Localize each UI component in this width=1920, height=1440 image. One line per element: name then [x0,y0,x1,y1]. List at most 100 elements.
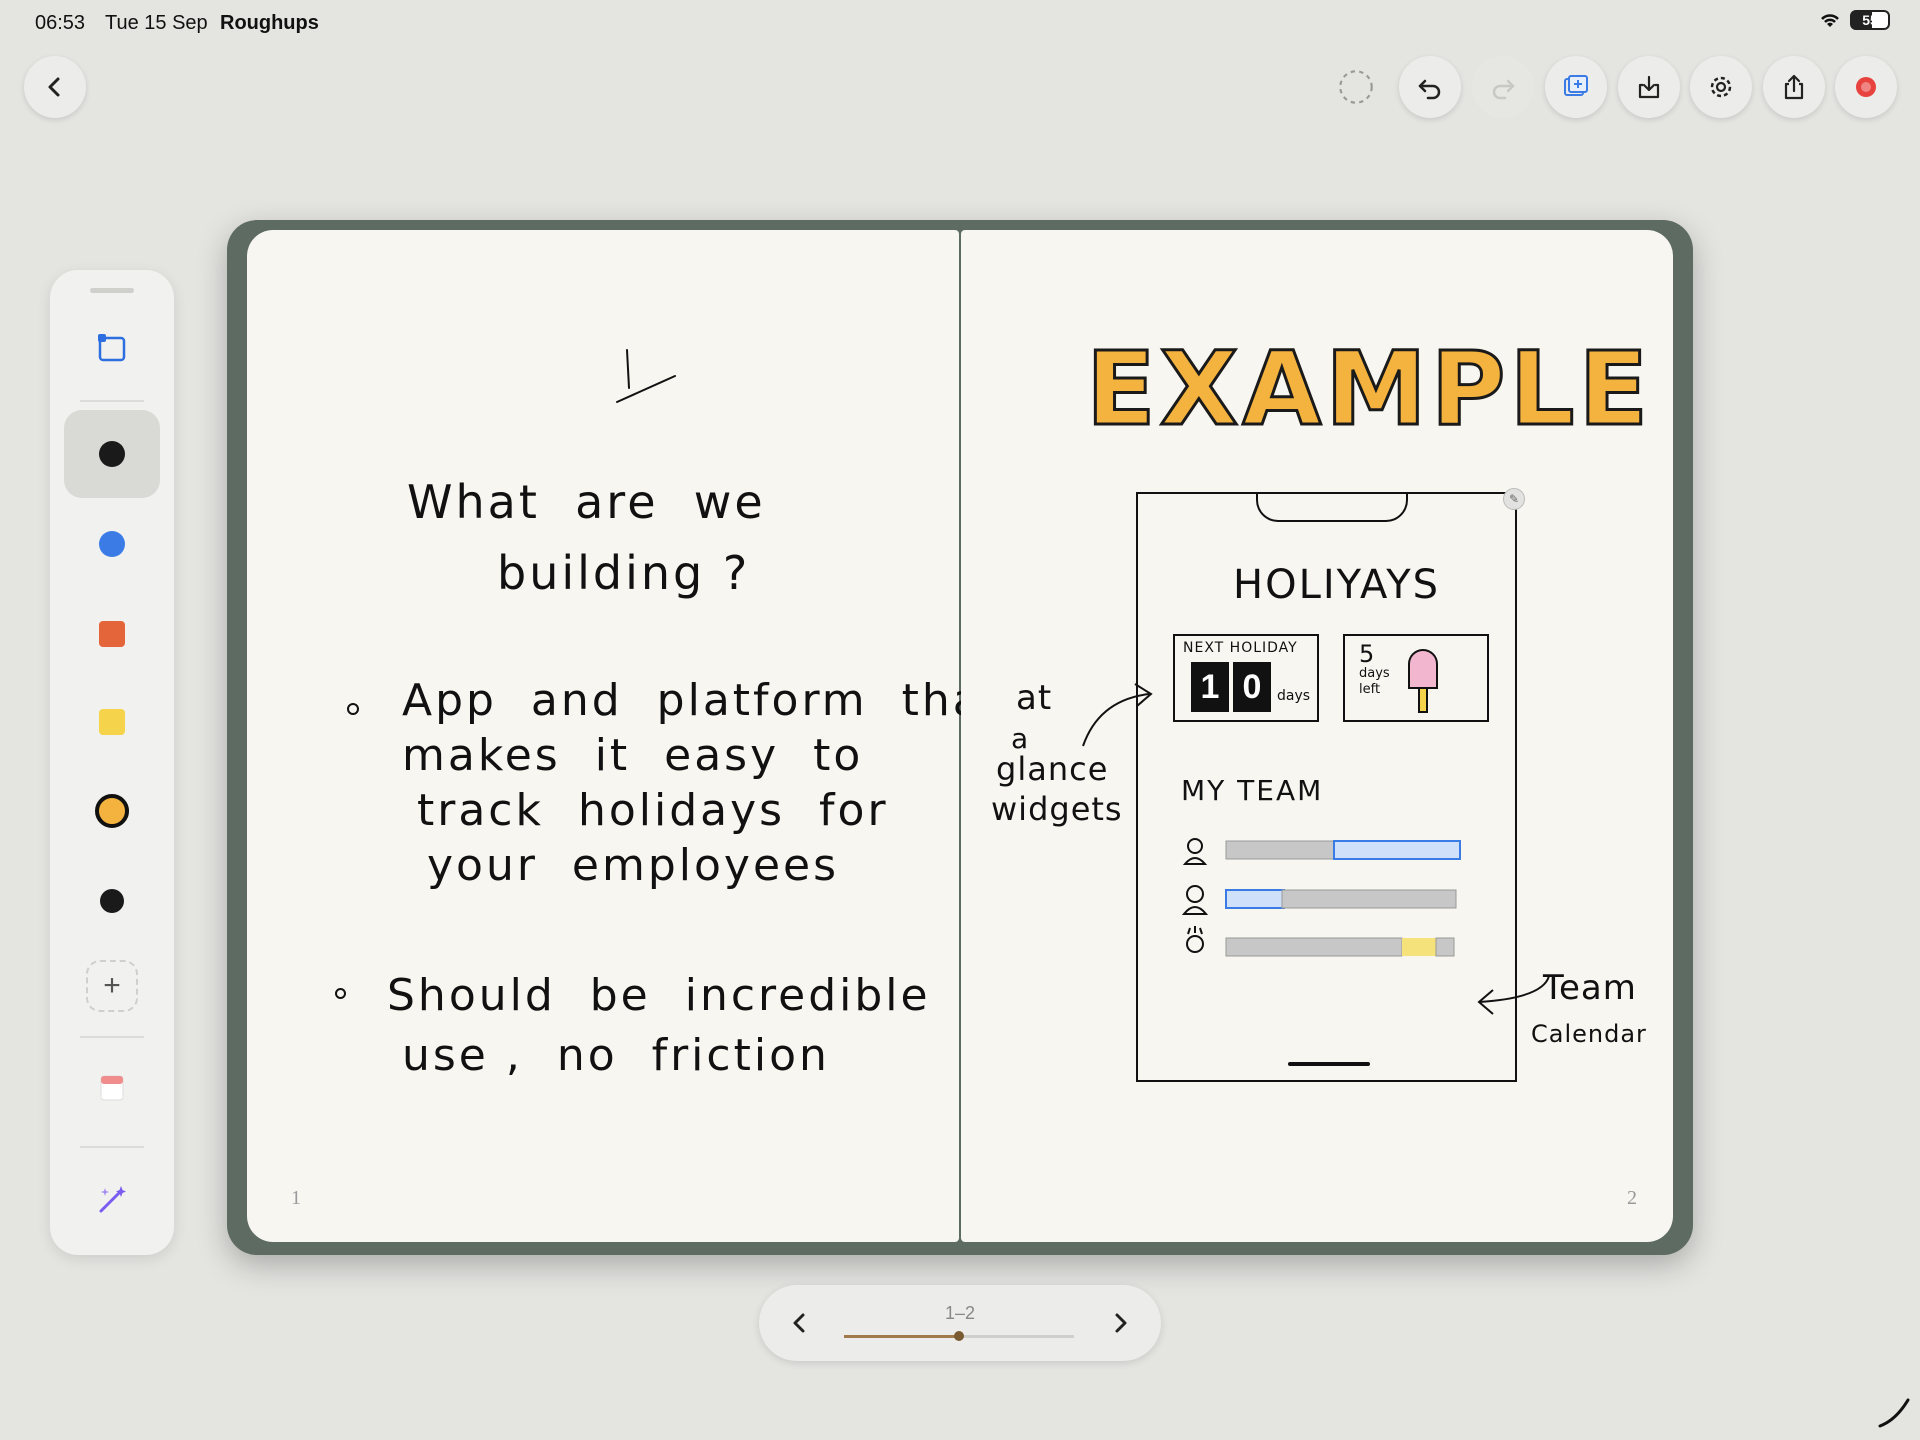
avatar [1186,885,1204,903]
shape-tool-button[interactable] [64,304,160,392]
next-page-button[interactable] [1105,1307,1137,1339]
share-button[interactable] [1763,56,1825,118]
pen-black-small-button[interactable] [64,857,160,945]
pen-black-button[interactable] [64,410,160,498]
days-left-text-1: days [1359,666,1390,681]
avatar [1186,935,1204,953]
digit-tile: 1 [1191,662,1229,712]
calendar-bar [1225,889,1285,909]
status-bar: 06:53 Tue 15 Sep Roughups 55 [35,10,1890,36]
redo-icon [1492,79,1515,100]
home-indicator [1288,1062,1370,1066]
popsicle-icon [1408,649,1438,713]
undo-button[interactable] [1399,56,1461,118]
calendar-bar [1281,889,1457,909]
days-unit: days [1277,688,1311,704]
arrow-to-team [1477,975,1550,1015]
calendar-bar [1435,937,1455,957]
bullet-1-line-1: App and platform that [402,675,1003,726]
page-navigator: 1–2 [759,1285,1161,1361]
pencil-hover-icon [1878,1398,1910,1428]
chevron-left-icon [48,77,60,97]
bullet-1-line-4: your employees [427,840,840,891]
add-page-button[interactable] [1545,56,1607,118]
page-range-label: 1–2 [944,1303,976,1323]
days-left-number: 5 [1359,640,1378,668]
annotation-widgets: widgets [991,790,1123,828]
bullet-dot [335,988,346,999]
record-icon [1856,77,1876,97]
settings-button[interactable] [1690,56,1752,118]
edit-handle-icon[interactable]: ✎ [1503,488,1525,510]
annotation-calendar: Calendar [1531,1020,1647,1048]
redo-button[interactable] [1472,56,1534,118]
magic-button[interactable] [64,1156,160,1244]
undo-icon [1418,79,1441,100]
heading-line-1: What are we [407,475,766,529]
gear-icon [1710,76,1732,98]
marker-yellow-button[interactable] [64,678,160,766]
left-page[interactable]: What are we building ? App and platform … [247,230,1012,1242]
days-left-widget: 5 days left [1343,634,1489,722]
phone-notch [1256,492,1408,522]
pen-amber-button[interactable] [64,767,160,855]
calendar-bar [1402,938,1436,956]
import-button[interactable] [1618,56,1680,118]
right-page[interactable]: EXAMPLE ✎ HOLIYAYS NEXT HOLIDAY 1 0 days… [961,230,1673,1242]
bullet-1-line-2: makes it easy to [402,730,864,781]
page-number-right: 2 [1627,1187,1637,1209]
digit-tile: 0 [1233,662,1271,712]
pen-blue-button[interactable] [64,500,160,588]
black-small-pen-swatch [100,889,124,913]
wifi-icon [1821,14,1839,27]
sidebar-drag-handle[interactable] [90,288,134,293]
orange-marker-swatch [99,621,125,647]
avatar [1187,838,1203,854]
page-scrubber-knob[interactable] [954,1331,964,1341]
marker-orange-button[interactable] [64,590,160,678]
lasso-icon [1339,70,1373,104]
calendar-bar [1225,840,1337,860]
app-title: HOLIYAYS [1233,562,1441,608]
chevron-right-icon [1115,1313,1127,1333]
back-button[interactable] [24,56,86,118]
checkmark-scribble [616,349,676,403]
arrow-to-widgets [1082,683,1153,747]
blue-pen-swatch [99,531,125,557]
bullet-dot [347,703,359,715]
app-name: Roughups [220,12,319,34]
record-button[interactable] [1835,56,1897,118]
magic-wand-icon [99,1186,126,1213]
amber-pen-swatch [95,794,129,828]
phone-wireframe: ✎ HOLIYAYS NEXT HOLIDAY 1 0 days 5 days … [1136,488,1525,1082]
team-member-row [1186,926,1455,957]
days-left-text-2: left [1359,682,1381,697]
bullet-2-line-2: use , no friction [402,1030,830,1081]
share-icon [1784,74,1804,100]
status-date: Tue 15 Sep [105,12,208,34]
team-member-row [1182,838,1461,865]
page-scrubber[interactable] [844,1331,1074,1341]
next-holiday-widget: NEXT HOLIDAY 1 0 days [1173,634,1319,722]
lasso-button[interactable] [1325,56,1387,118]
example-heading: EXAMPLE [1084,329,1653,451]
add-tool-button[interactable]: + [64,942,160,1030]
sidebar-divider [80,1036,144,1038]
annotation-at: at [1016,678,1053,718]
status-right: 55 [1818,10,1890,30]
bullet-1-line-3: track holidays for [417,785,889,836]
annotation-glance: glance [996,750,1109,788]
calendar-bar [1225,937,1403,957]
status-time: 06:53 [35,12,86,34]
notebook: What are we building ? App and platform … [227,220,1693,1255]
next-holiday-label: NEXT HOLIDAY [1183,640,1298,656]
sticker-button[interactable] [64,1044,160,1132]
add-page-icon [1564,75,1588,96]
team-heading: MY TEAM [1181,774,1324,807]
sidebar-divider [80,1146,144,1148]
sidebar-divider [80,400,144,402]
annotation-team: Team [1543,968,1637,1008]
tool-sidebar: + [50,270,174,1255]
battery-indicator: 55 [1850,10,1890,30]
heading-line-2: building ? [497,546,751,600]
